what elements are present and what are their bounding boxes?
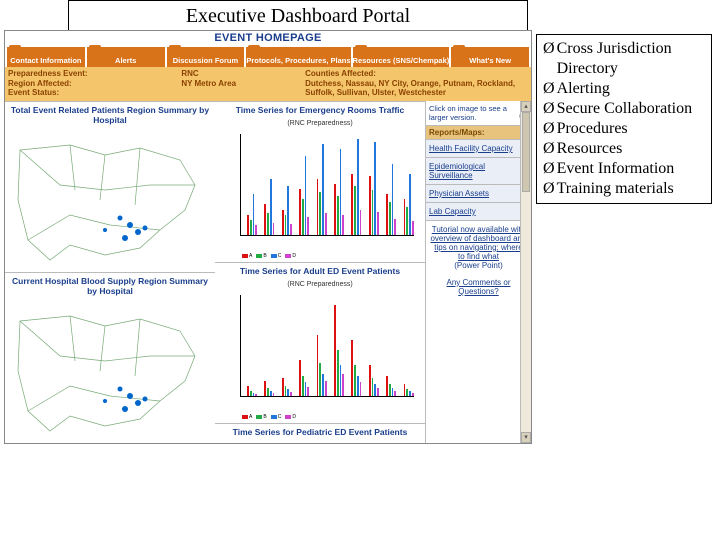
scroll-down-icon[interactable]: ▾ [521, 432, 531, 443]
report-link[interactable]: Physician Assets [426, 185, 531, 203]
tab-resources-sns-chempak-[interactable]: Resources (SNS/Chempak) [353, 47, 450, 67]
tab-alerts[interactable]: Alerts [87, 47, 165, 67]
counties-label: Counties Affected: [305, 69, 376, 78]
dashboard-portal: EVENT HOMEPAGE Contact InformationAlerts… [4, 30, 532, 444]
page-title: Executive Dashboard Portal [68, 0, 528, 33]
side-bullet-list: ØCross Jurisdiction DirectoryØAlertingØS… [536, 34, 712, 204]
event-info-bar: Preparedness Event: Region Affected: Eve… [5, 67, 531, 101]
chart-er-traffic[interactable]: (RNC Preparedness) ABCD [220, 120, 420, 260]
tab-discussion-forum[interactable]: Discussion Forum [167, 47, 245, 67]
status-label: Event Status: [8, 88, 59, 97]
region-value: NY Metro Area [181, 79, 236, 88]
chart-subtitle: (RNC Preparedness) [220, 281, 420, 288]
side-bullet-item: ØCross Jurisdiction Directory [543, 39, 705, 79]
reports-maps-header: Reports/Maps: [426, 126, 531, 140]
panel-title-ts1: Time Series for Emergency Rooms Traffic [215, 102, 425, 118]
enlarge-hint: Click on image to see a larger version. … [426, 101, 531, 126]
chart-adult-ed[interactable]: (RNC Preparedness) ABCD [220, 281, 420, 421]
panel-title-map1: Total Event Related Patients Region Summ… [5, 102, 215, 128]
nav-tabs: Contact InformationAlertsDiscussion Foru… [5, 47, 531, 67]
region-label: Region Affected: [8, 79, 72, 88]
chart-subtitle: (RNC Preparedness) [220, 120, 420, 127]
event-homepage-header: EVENT HOMEPAGE [5, 31, 531, 47]
side-bullet-item: ØAlerting [543, 79, 705, 99]
panel-title-ts3: Time Series for Pediatric ED Event Patie… [215, 424, 425, 440]
content-grid: Total Event Related Patients Region Summ… [5, 101, 531, 443]
side-bullet-item: ØEvent Information [543, 159, 705, 179]
scroll-thumb[interactable] [522, 112, 530, 192]
side-bullet-item: ØSecure Collaboration [543, 99, 705, 119]
tab-contact-information[interactable]: Contact Information [7, 47, 85, 67]
report-link[interactable]: Lab Capacity [426, 203, 531, 221]
prep-event-value: RNC [181, 69, 198, 78]
report-link[interactable]: Health Facility Capacity [426, 140, 531, 158]
comments-link[interactable]: Any Comments or Questions? [426, 274, 531, 300]
scrollbar[interactable]: ▴ ▾ [520, 101, 531, 443]
tab-what-s-new[interactable]: What's New [451, 47, 529, 67]
counties-value: Dutchess, Nassau, NY City, Orange, Putna… [305, 79, 528, 98]
side-bullet-item: ØResources [543, 139, 705, 159]
side-bullet-item: ØProcedures [543, 119, 705, 139]
prep-event-label: Preparedness Event: [8, 69, 88, 78]
report-link[interactable]: Epidemiological Surveillance [426, 158, 531, 185]
tutorial-note[interactable]: Tutorial now available with overview of … [426, 221, 531, 274]
scroll-up-icon[interactable]: ▴ [521, 101, 531, 112]
tab-protocols-procedures-plans[interactable]: Protocols, Procedures, Plans [246, 47, 350, 67]
panel-title-map2: Current Hospital Blood Supply Region Sum… [5, 273, 215, 299]
map-total-patients[interactable] [10, 130, 210, 270]
side-bullet-item: ØTraining materials [543, 179, 705, 199]
panel-title-ts2: Time Series for Adult ED Event Patients [215, 263, 425, 279]
map-blood-supply[interactable] [10, 301, 210, 441]
